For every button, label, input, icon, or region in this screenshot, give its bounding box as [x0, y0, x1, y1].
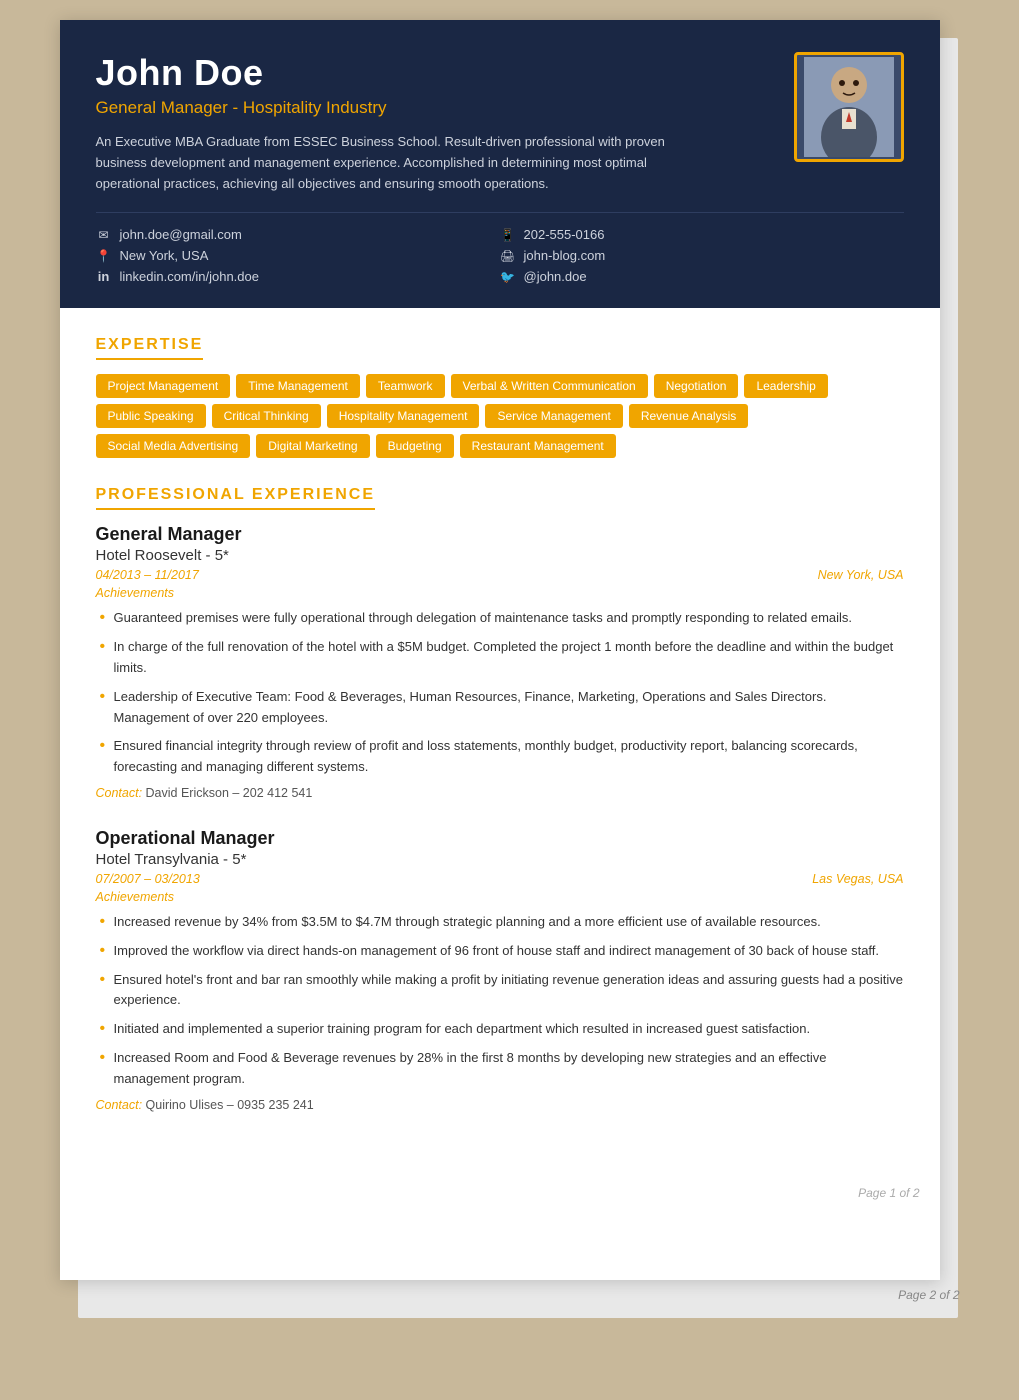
- tags-container: Project ManagementTime ManagementTeamwor…: [96, 374, 904, 458]
- achievement-item: Increased Room and Food & Beverage reven…: [96, 1048, 904, 1090]
- job-meta: 04/2013 – 11/2017 New York, USA: [96, 568, 904, 582]
- achievement-item: Improved the workflow via direct hands-o…: [96, 941, 904, 962]
- page2-indicator: Page 2 of 2: [898, 1288, 959, 1302]
- job-company: Hotel Roosevelt - 5*: [96, 547, 904, 564]
- job-title: General Manager: [96, 524, 904, 545]
- location-value: New York, USA: [120, 248, 209, 263]
- expertise-tag: Leadership: [744, 374, 827, 398]
- phone-value: 202-555-0166: [524, 227, 605, 242]
- header-contacts: ✉ john.doe@gmail.com 📱 202-555-0166 📍 Ne…: [96, 212, 904, 284]
- header-name: John Doe: [96, 52, 770, 94]
- achievement-item: Initiated and implemented a superior tra…: [96, 1019, 904, 1040]
- achievement-item: Ensured financial integrity through revi…: [96, 736, 904, 778]
- contact-location: 📍 New York, USA: [96, 248, 500, 263]
- achievements-label: Achievements: [96, 890, 904, 904]
- achievement-item: Guaranteed premises were fully operation…: [96, 608, 904, 629]
- contact-phone: 📱 202-555-0166: [500, 227, 904, 242]
- expertise-tag: Project Management: [96, 374, 231, 398]
- job-contact-value: David Erickson – 202 412 541: [146, 786, 313, 800]
- expertise-tag: Social Media Advertising: [96, 434, 251, 458]
- expertise-tag: Teamwork: [366, 374, 445, 398]
- header-photo: [794, 52, 904, 162]
- location-icon: 📍: [96, 249, 112, 263]
- contact-twitter: 🐦 @john.doe: [500, 269, 904, 284]
- jobs-container: General Manager Hotel Roosevelt - 5* 04/…: [96, 524, 904, 1111]
- expertise-tag: Time Management: [236, 374, 360, 398]
- header-info: John Doe General Manager - Hospitality I…: [96, 52, 770, 194]
- header-bio: An Executive MBA Graduate from ESSEC Bus…: [96, 132, 676, 194]
- contact-linkedin: in linkedin.com/in/john.doe: [96, 269, 500, 284]
- email-value: john.doe@gmail.com: [120, 227, 242, 242]
- achievement-item: Increased revenue by 34% from $3.5M to $…: [96, 912, 904, 933]
- contact-email: ✉ john.doe@gmail.com: [96, 227, 500, 242]
- expertise-tag: Budgeting: [376, 434, 454, 458]
- job-dates: 04/2013 – 11/2017: [96, 568, 199, 582]
- expertise-tag: Digital Marketing: [256, 434, 369, 458]
- expertise-tag: Hospitality Management: [327, 404, 480, 428]
- linkedin-icon: in: [96, 269, 112, 284]
- twitter-icon: 🐦: [500, 270, 516, 284]
- expertise-tag: Public Speaking: [96, 404, 206, 428]
- page-number: Page 1 of 2: [60, 1176, 940, 1214]
- job-meta: 07/2007 – 03/2013 Las Vegas, USA: [96, 872, 904, 886]
- experience-section: PROFESSIONAL EXPERIENCE General Manager …: [96, 486, 904, 1111]
- resume-page: John Doe General Manager - Hospitality I…: [60, 20, 940, 1280]
- resume-body: EXPERTISE Project ManagementTime Managem…: [60, 308, 940, 1175]
- page-wrapper: John Doe General Manager - Hospitality I…: [60, 20, 960, 1280]
- phone-icon: 📱: [500, 228, 516, 242]
- expertise-section: EXPERTISE Project ManagementTime Managem…: [96, 336, 904, 458]
- contact-website: 🖨 john-blog.com: [500, 248, 904, 263]
- email-icon: ✉: [96, 228, 112, 242]
- job-dates: 07/2007 – 03/2013: [96, 872, 200, 886]
- job-block: Operational Manager Hotel Transylvania -…: [96, 828, 904, 1112]
- job-location: New York, USA: [818, 568, 904, 582]
- job-company: Hotel Transylvania - 5*: [96, 851, 904, 868]
- achievements-list: Guaranteed premises were fully operation…: [96, 608, 904, 778]
- achievement-item: Ensured hotel's front and bar ran smooth…: [96, 970, 904, 1012]
- expertise-tag: Revenue Analysis: [629, 404, 748, 428]
- linkedin-value: linkedin.com/in/john.doe: [120, 269, 259, 284]
- job-block: General Manager Hotel Roosevelt - 5* 04/…: [96, 524, 904, 800]
- expertise-tag: Verbal & Written Communication: [451, 374, 648, 398]
- header-title: General Manager - Hospitality Industry: [96, 98, 770, 118]
- achievements-list: Increased revenue by 34% from $3.5M to $…: [96, 912, 904, 1090]
- resume-header: John Doe General Manager - Hospitality I…: [60, 20, 940, 308]
- expertise-title: EXPERTISE: [96, 336, 204, 360]
- achievement-item: Leadership of Executive Team: Food & Bev…: [96, 687, 904, 729]
- achievement-item: In charge of the full renovation of the …: [96, 637, 904, 679]
- experience-title: PROFESSIONAL EXPERIENCE: [96, 486, 376, 510]
- expertise-tag: Negotiation: [654, 374, 739, 398]
- job-contact: Contact: Quirino Ulises – 0935 235 241: [96, 1098, 904, 1112]
- job-title: Operational Manager: [96, 828, 904, 849]
- expertise-tag: Restaurant Management: [460, 434, 616, 458]
- achievements-label: Achievements: [96, 586, 904, 600]
- job-contact-value: Quirino Ulises – 0935 235 241: [146, 1098, 314, 1112]
- job-contact: Contact: David Erickson – 202 412 541: [96, 786, 904, 800]
- twitter-value: @john.doe: [524, 269, 587, 284]
- expertise-tag: Critical Thinking: [212, 404, 321, 428]
- expertise-tag: Service Management: [485, 404, 622, 428]
- website-icon: 🖨: [500, 249, 516, 263]
- website-value: john-blog.com: [524, 248, 606, 263]
- job-location: Las Vegas, USA: [812, 872, 903, 886]
